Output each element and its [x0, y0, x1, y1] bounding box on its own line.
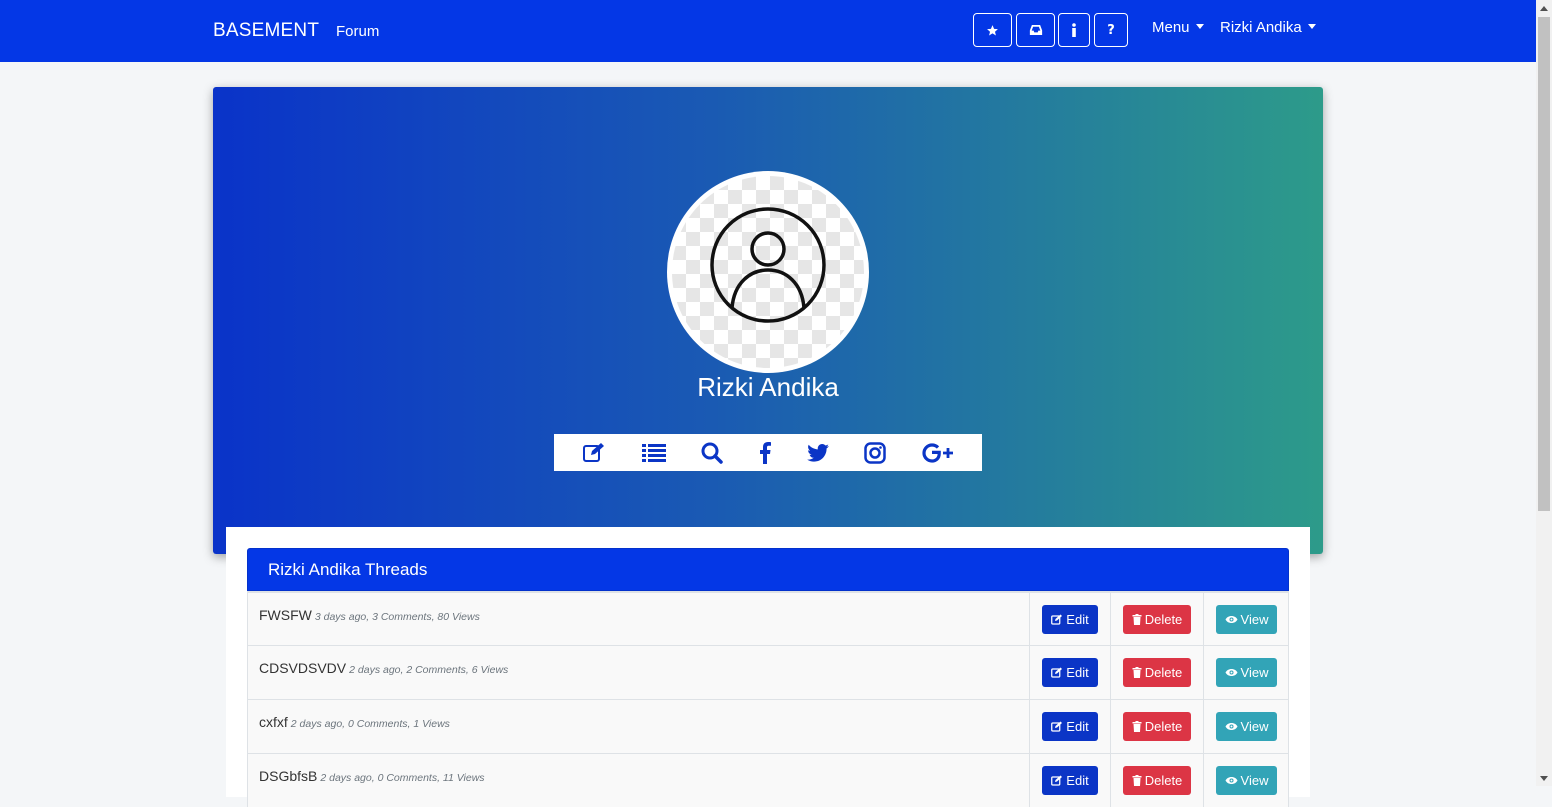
- page-scrollbar[interactable]: [1536, 0, 1552, 786]
- column-divider: [1203, 593, 1204, 645]
- threads-table: FWSFW 3 days ago, 3 Comments, 80 Views Ed…: [247, 591, 1289, 807]
- edit-button[interactable]: Edit: [1042, 712, 1098, 741]
- thread-title-cell: FWSFW 3 days ago, 3 Comments, 80 Views: [259, 607, 480, 623]
- menu-label: Menu: [1152, 19, 1190, 36]
- delete-button[interactable]: Delete: [1123, 658, 1191, 687]
- thread-meta: 3 days ago, 3 Comments, 80 Views: [314, 611, 480, 623]
- column-divider: [1110, 700, 1111, 753]
- delete-button[interactable]: Delete: [1123, 712, 1191, 741]
- trash-icon: [1132, 614, 1142, 625]
- eye-icon: [1225, 777, 1238, 784]
- table-row: cxfxf 2 days ago, 0 Comments, 1 Views Edi…: [247, 699, 1289, 753]
- thread-title-cell: DSGbfsB 2 days ago, 0 Comments, 11 Views: [259, 768, 485, 784]
- column-divider: [1029, 754, 1030, 807]
- question-icon: ?: [1107, 22, 1115, 38]
- list-icon[interactable]: [641, 443, 666, 462]
- favorites-button[interactable]: [973, 13, 1012, 47]
- help-button[interactable]: ?: [1094, 13, 1128, 47]
- inbox-icon: [1029, 24, 1043, 36]
- edit-icon: [1051, 721, 1063, 732]
- edit-icon: [1051, 667, 1063, 678]
- column-divider: [1203, 646, 1204, 699]
- profile-action-bar: [554, 434, 982, 471]
- search-icon[interactable]: [701, 442, 723, 464]
- inbox-button[interactable]: [1016, 13, 1055, 47]
- edit-button[interactable]: Edit: [1042, 658, 1098, 687]
- view-button[interactable]: View: [1216, 712, 1277, 741]
- avatar: [667, 171, 869, 373]
- table-row: CDSVDSVDV 2 days ago, 2 Comments, 6 Views…: [247, 645, 1289, 699]
- edit-icon[interactable]: [582, 442, 606, 463]
- profile-banner: Rizki Andika: [213, 87, 1323, 554]
- column-divider: [1029, 700, 1030, 753]
- table-row: DSGbfsB 2 days ago, 0 Comments, 11 Views …: [247, 753, 1289, 807]
- trash-icon: [1132, 721, 1142, 732]
- trash-icon: [1132, 775, 1142, 786]
- thread-meta: 2 days ago, 0 Comments, 11 Views: [320, 772, 485, 784]
- edit-button[interactable]: Edit: [1042, 766, 1098, 795]
- column-divider: [1029, 593, 1030, 645]
- info-icon: [1071, 23, 1077, 37]
- column-divider: [1203, 700, 1204, 753]
- eye-icon: [1225, 723, 1238, 730]
- thread-title[interactable]: cxfxf: [259, 714, 288, 730]
- caret-down-icon: [1307, 24, 1316, 29]
- user-dropdown[interactable]: Rizki Andika: [1220, 19, 1316, 36]
- threads-card-header: Rizki Andika Threads: [247, 548, 1289, 591]
- info-button[interactable]: [1058, 13, 1090, 47]
- delete-button[interactable]: Delete: [1123, 605, 1191, 634]
- menu-dropdown[interactable]: Menu: [1152, 19, 1204, 36]
- eye-icon: [1225, 669, 1238, 676]
- facebook-icon[interactable]: [759, 441, 771, 464]
- trash-icon: [1132, 667, 1142, 678]
- profile-name: Rizki Andika: [697, 372, 839, 402]
- column-divider: [1110, 593, 1111, 645]
- user-avatar-icon: [710, 207, 826, 323]
- threads-title: Rizki Andika Threads: [268, 560, 428, 579]
- nav-link-forum[interactable]: Forum: [336, 23, 379, 40]
- edit-button[interactable]: Edit: [1042, 605, 1098, 634]
- view-button[interactable]: View: [1216, 605, 1277, 634]
- thread-title[interactable]: DSGbfsB: [259, 768, 317, 784]
- view-button[interactable]: View: [1216, 766, 1277, 795]
- view-button[interactable]: View: [1216, 658, 1277, 687]
- eye-icon: [1225, 616, 1238, 623]
- column-divider: [1029, 646, 1030, 699]
- edit-icon: [1051, 775, 1063, 786]
- delete-button[interactable]: Delete: [1123, 766, 1191, 795]
- thread-meta: 2 days ago, 2 Comments, 6 Views: [349, 664, 509, 676]
- thread-title[interactable]: CDSVDSVDV: [259, 660, 346, 676]
- twitter-icon[interactable]: [806, 443, 829, 462]
- column-divider: [1110, 646, 1111, 699]
- top-navbar: BASEMENT Forum ? Menu Rizki Andika: [0, 0, 1536, 62]
- column-divider: [1110, 754, 1111, 807]
- scroll-thumb[interactable]: [1538, 17, 1550, 511]
- table-row: FWSFW 3 days ago, 3 Comments, 80 Views Ed…: [247, 591, 1289, 645]
- caret-down-icon: [1195, 24, 1204, 29]
- instagram-icon[interactable]: [864, 441, 887, 464]
- thread-meta: 2 days ago, 0 Comments, 1 Views: [290, 718, 450, 730]
- edit-icon: [1051, 614, 1063, 625]
- user-label: Rizki Andika: [1220, 19, 1302, 36]
- thread-title[interactable]: FWSFW: [259, 607, 312, 623]
- brand-logo[interactable]: BASEMENT: [213, 20, 319, 42]
- column-divider: [1203, 754, 1204, 807]
- star-icon: [986, 24, 999, 37]
- thread-title-cell: cxfxf 2 days ago, 0 Comments, 1 Views: [259, 714, 450, 730]
- threads-card: Rizki Andika Threads FWSFW 3 days ago, 3 …: [226, 527, 1310, 807]
- scroll-up-arrow-icon[interactable]: [1540, 6, 1548, 11]
- thread-title-cell: CDSVDSVDV 2 days ago, 2 Comments, 6 Views: [259, 660, 508, 676]
- google-plus-icon[interactable]: [922, 442, 954, 463]
- scroll-down-arrow-icon[interactable]: [1540, 776, 1548, 781]
